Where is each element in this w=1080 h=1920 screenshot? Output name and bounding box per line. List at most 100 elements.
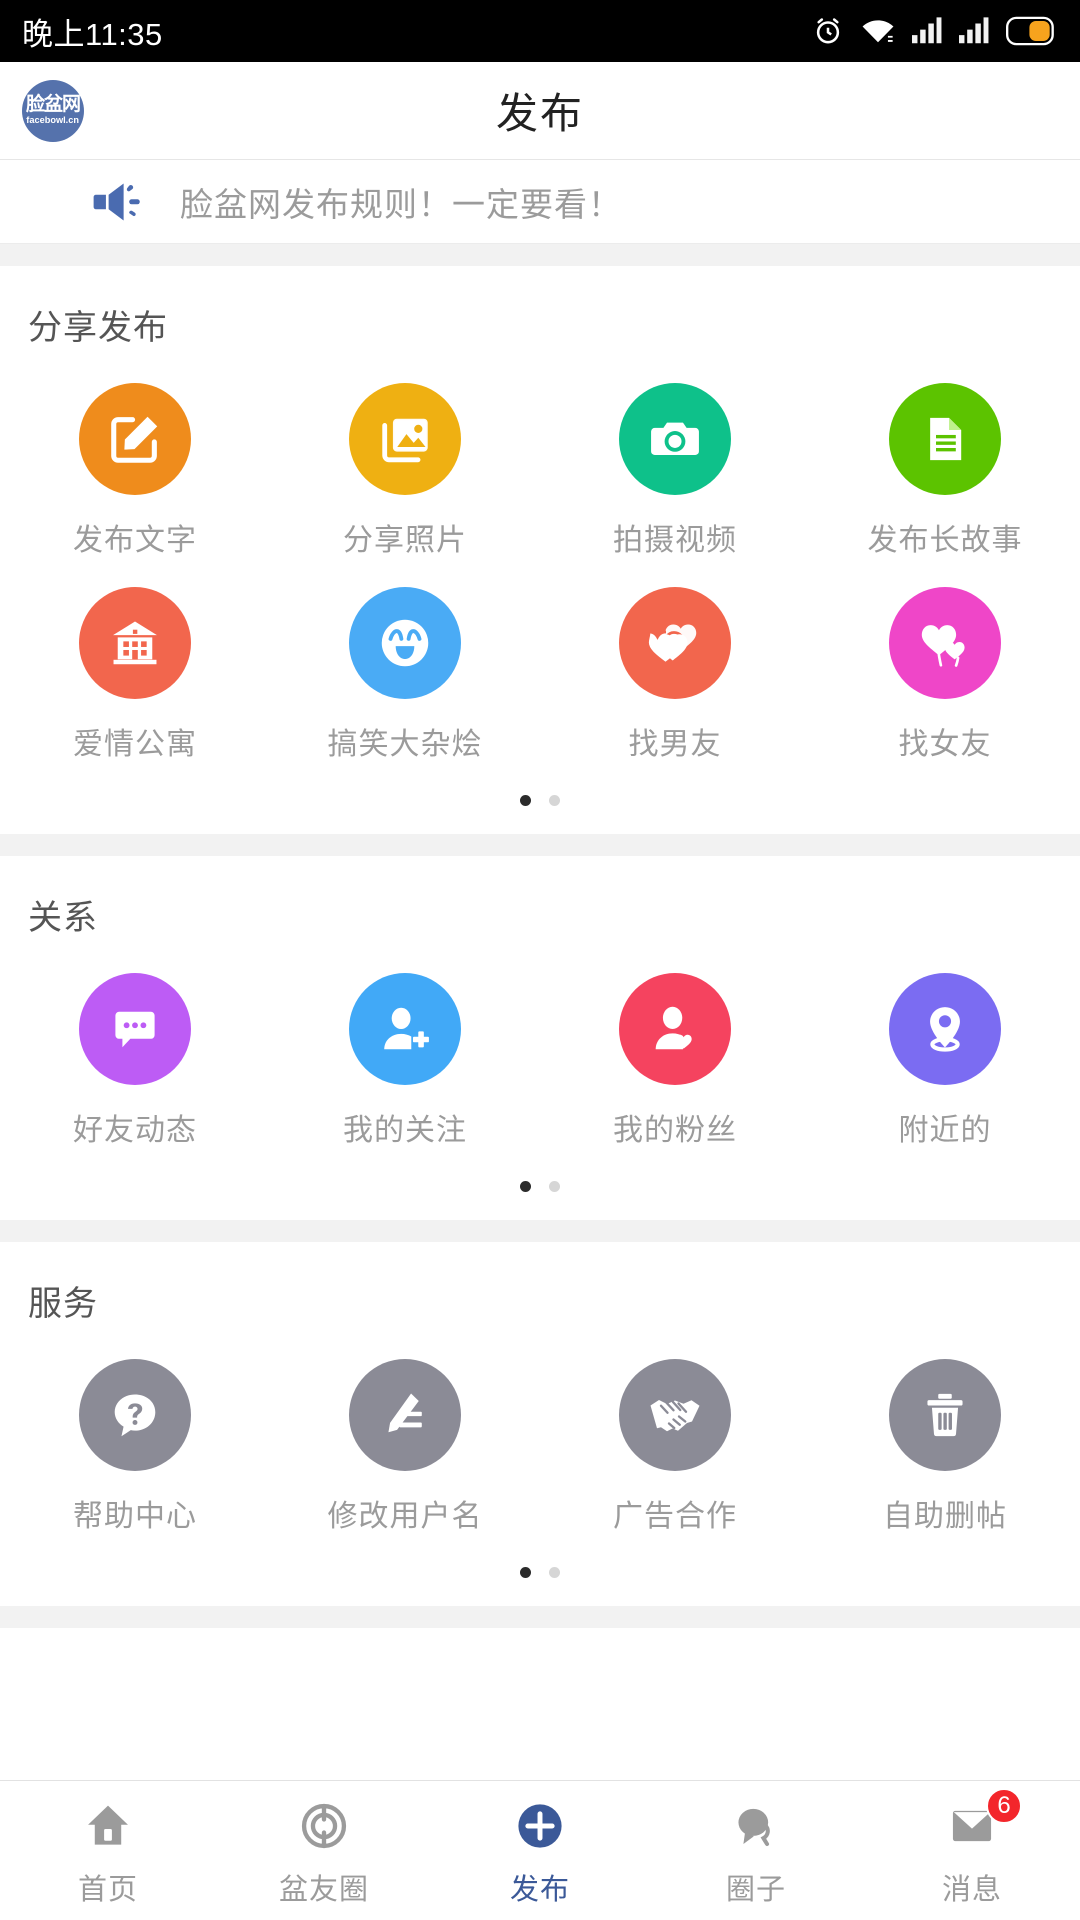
- megaphone-icon: [92, 175, 146, 229]
- laughing-face-icon: [349, 587, 461, 699]
- logo-text-domain: facebowl.cn: [26, 115, 80, 126]
- pager-dots[interactable]: [0, 1155, 1080, 1220]
- tab-publish[interactable]: 发布: [432, 1794, 648, 1908]
- logo-text-cn: 脸盆网: [25, 94, 81, 115]
- tab-moments[interactable]: 盆友圈: [216, 1794, 432, 1908]
- pager-dot-active[interactable]: [520, 795, 531, 806]
- grid-item-delete-post[interactable]: 自助删帖: [810, 1337, 1080, 1541]
- section-divider: [0, 834, 1080, 856]
- grid-item-funny-mix[interactable]: 搞笑大杂烩: [270, 565, 540, 769]
- empty-space: [0, 1628, 1080, 1780]
- section-divider: [0, 1606, 1080, 1628]
- grid-item-ad-cooperation[interactable]: 广告合作: [540, 1337, 810, 1541]
- grid-item-change-username[interactable]: 修改用户名: [270, 1337, 540, 1541]
- grid-item-record-video[interactable]: 拍摄视频: [540, 361, 810, 565]
- tab-label: 消息: [941, 1873, 1002, 1906]
- grid-item-publish-story[interactable]: 发布长故事: [810, 361, 1080, 565]
- grid-item-share-photo[interactable]: 分享照片: [270, 361, 540, 565]
- alarm-icon: [812, 15, 844, 47]
- trash-icon: [889, 1359, 1001, 1471]
- pager-dot[interactable]: [549, 1181, 560, 1192]
- icon-grid: 发布文字 分享照片 拍摄视频 发布长故事 爱情公寓 搞笑大杂烩 找男友 找女友: [0, 361, 1080, 769]
- grid-item-find-girlfriend[interactable]: 找女友: [810, 565, 1080, 769]
- plus-icon: [513, 1794, 567, 1858]
- speech-icon: [729, 1794, 783, 1858]
- chat-bubble-icon: [79, 973, 191, 1085]
- pager-dots[interactable]: [0, 769, 1080, 834]
- grid-item-help-center[interactable]: 帮助中心: [0, 1337, 270, 1541]
- status-time: 晚上11:35: [22, 16, 163, 52]
- tab-circles[interactable]: 圈子: [648, 1794, 864, 1908]
- grid-item-label: 我的粉丝: [613, 1114, 737, 1147]
- app-screen: 晚上11:35 脸盆网 facebowl.cn 发布 脸盆网发布规则！一定要看！…: [0, 0, 1080, 1920]
- grid-item-nearby[interactable]: 附近的: [810, 951, 1080, 1155]
- tab-home[interactable]: 首页: [0, 1794, 216, 1908]
- status-bar: 晚上11:35: [0, 0, 1080, 62]
- tab-messages[interactable]: 6 消息: [864, 1787, 1080, 1908]
- home-icon: [82, 1794, 134, 1858]
- section-divider: [0, 1220, 1080, 1242]
- building-icon: [79, 587, 191, 699]
- battery-icon: [1006, 16, 1058, 46]
- signal-1-icon: [912, 17, 942, 45]
- pencil-edit-icon: [349, 1359, 461, 1471]
- section-title: 分享发布: [28, 309, 168, 347]
- grid-item-publish-text[interactable]: 发布文字: [0, 361, 270, 565]
- grid-item-my-following[interactable]: 我的关注: [270, 951, 540, 1155]
- grid-item-label: 修改用户名: [327, 1500, 483, 1533]
- grid-item-my-fans[interactable]: 我的粉丝: [540, 951, 810, 1155]
- photos-icon: [349, 383, 461, 495]
- message-badge: 6: [986, 1787, 1022, 1824]
- page-title: 发布: [495, 90, 584, 137]
- grid-item-label: 发布长故事: [867, 524, 1023, 557]
- pager-dot[interactable]: [549, 1567, 560, 1578]
- compass-icon: [298, 1794, 350, 1858]
- grid-item-label: 搞笑大杂烩: [327, 728, 483, 761]
- section-relations: 关系 好友动态 我的关注 我的粉丝 附近的: [0, 856, 1080, 1220]
- tab-label: 圈子: [725, 1873, 786, 1906]
- grid-item-friend-feed[interactable]: 好友动态: [0, 951, 270, 1155]
- grid-item-label: 帮助中心: [73, 1500, 197, 1533]
- pager-dot-active[interactable]: [520, 1567, 531, 1578]
- pager-dot[interactable]: [549, 795, 560, 806]
- section-title: 关系: [28, 899, 98, 937]
- pager-dots[interactable]: [0, 1541, 1080, 1606]
- signal-2-icon: [959, 17, 989, 45]
- section-services: 服务 帮助中心 修改用户名 广告合作 自助删帖: [0, 1242, 1080, 1606]
- tab-label: 首页: [77, 1873, 138, 1906]
- status-icon-group: [812, 15, 1058, 47]
- question-bubble-icon: [79, 1359, 191, 1471]
- bottom-navigation: 首页 盆友圈 发布 圈子 6 消息: [0, 1780, 1080, 1920]
- icon-grid: 帮助中心 修改用户名 广告合作 自助删帖: [0, 1337, 1080, 1541]
- document-icon: [889, 383, 1001, 495]
- grid-item-label: 找男友: [628, 728, 722, 761]
- grid-item-love-apartment[interactable]: 爱情公寓: [0, 565, 270, 769]
- tab-label: 发布: [509, 1873, 570, 1906]
- grid-item-label: 发布文字: [73, 524, 197, 557]
- handshake-icon: [619, 1359, 731, 1471]
- heart-balloon-icon: [889, 587, 1001, 699]
- section-divider: [0, 244, 1080, 266]
- location-pin-icon: [889, 973, 1001, 1085]
- user-add-icon: [349, 973, 461, 1085]
- wifi-icon: [861, 16, 895, 46]
- app-logo[interactable]: 脸盆网 facebowl.cn: [22, 79, 84, 142]
- grid-item-find-boyfriend[interactable]: 找男友: [540, 565, 810, 769]
- section-title: 服务: [28, 1285, 98, 1323]
- section-share-publish: 分享发布 发布文字 分享照片 拍摄视频 发布长故事 爱情公寓 搞笑大杂烩 找男友…: [0, 266, 1080, 834]
- grid-item-label: 拍摄视频: [613, 524, 737, 557]
- grid-item-label: 爱情公寓: [73, 728, 197, 761]
- icon-grid: 好友动态 我的关注 我的粉丝 附近的: [0, 951, 1080, 1155]
- pager-dot-active[interactable]: [520, 1181, 531, 1192]
- notice-text: 脸盆网发布规则！一定要看！: [180, 185, 622, 223]
- user-heart-icon: [619, 973, 731, 1085]
- grid-item-label: 找女友: [898, 728, 992, 761]
- grid-item-label: 分享照片: [343, 524, 467, 557]
- title-bar: 脸盆网 facebowl.cn 发布: [0, 62, 1080, 160]
- grid-item-label: 我的关注: [343, 1114, 467, 1147]
- double-heart-icon: [619, 587, 731, 699]
- notice-bar[interactable]: 脸盆网发布规则！一定要看！: [0, 160, 1080, 244]
- grid-item-label: 自助删帖: [883, 1500, 1007, 1533]
- grid-item-label: 附近的: [898, 1114, 992, 1147]
- tab-label: 盆友圈: [278, 1873, 369, 1906]
